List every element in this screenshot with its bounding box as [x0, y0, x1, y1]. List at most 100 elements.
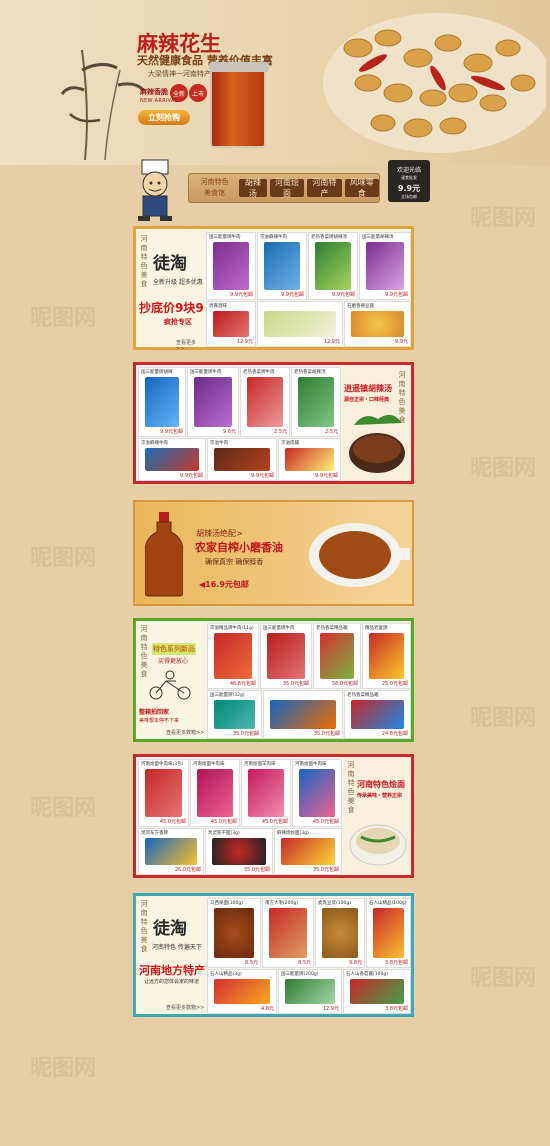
product-price: 35.0元包邮 — [282, 681, 309, 687]
product-card[interactable]: 老热香菜精品箱 58.0元包邮 — [313, 623, 361, 689]
buy-now-button[interactable]: 立刻抢购 — [138, 110, 190, 125]
product-image — [214, 448, 270, 471]
view-more-link[interactable]: 查看更多数箱>> — [166, 729, 204, 736]
product-card[interactable]: 河南烩面牛肉味(3包) 45.0元包邮 — [138, 759, 189, 827]
product-price: 24.8元包邮 — [381, 731, 408, 737]
product-name: 石人山精品(100g) — [369, 901, 407, 906]
product-name: 老热香菜牌胡辣汤 — [311, 235, 347, 240]
product-card[interactable]: 石人山精品(3g) 4.8元 — [207, 969, 277, 1014]
product-image — [373, 908, 404, 958]
oil-title: 农家自榨小磨香油 — [195, 541, 283, 554]
product-image — [145, 377, 179, 427]
section-right-panel: 河南特色美食 逍遥镇胡辣汤 源自正宗・口味经典 — [342, 365, 411, 481]
view-more-link[interactable]: 查看更多>> — [176, 339, 204, 352]
product-image — [270, 700, 336, 729]
product-card[interactable]: 石人山精品(100g) 3.8元包邮 — [366, 898, 411, 968]
nav-item-snacks[interactable]: 风味零食 — [344, 178, 380, 198]
peanut-jar-image[interactable] — [209, 62, 269, 148]
product-card[interactable]: 老热香菜精品箱 24.8元包邮 — [344, 690, 411, 739]
product-price: 9.9元包邮 — [385, 292, 408, 298]
product-image — [194, 377, 232, 427]
product-card[interactable]: 京溢牛肉 9.9元包邮 — [207, 438, 277, 481]
product-card[interactable]: 冥灵陈干面(3g) 35.0元包邮 — [205, 828, 273, 875]
section-huimian: 河南烩面牛肉味(3包) 45.0元包邮 河南烩面牛肉味 45.0元包邮 河南烩面羊肉… — [133, 754, 414, 878]
product-image — [214, 979, 270, 1004]
section-slogan: 河南特色 传遍天下 — [152, 944, 202, 951]
view-more-link[interactable]: 查看更多数箱>> — [166, 1004, 204, 1011]
product-name: 冥灵陈干面(3g) — [208, 831, 240, 836]
product-card[interactable]: 河南烩面牛肉味 45.0元包邮 — [292, 759, 342, 827]
product-card[interactable]: 国三能量牌(32g) 35.0元包邮 — [207, 690, 262, 739]
product-name: 石人山精品(3g) — [210, 972, 242, 977]
product-image — [212, 838, 266, 865]
vertical-label: 河南特色美食 — [140, 900, 148, 953]
product-name: 国三能量牌牛肉 — [209, 235, 241, 240]
product-price: 9.8元 — [349, 960, 362, 966]
product-image — [197, 769, 233, 817]
product-name: 国三能量牌牛肉 — [263, 626, 295, 631]
oil-bottle-image — [145, 512, 183, 597]
product-card[interactable]: 石磨香辣豆腐 9.9元 — [344, 301, 411, 347]
product-card[interactable]: 冥郊东方香牌 26.0元包邮 — [138, 828, 204, 875]
product-card[interactable]: 老热香菜牌胡辣汤 9.9元包邮 — [308, 232, 358, 300]
product-card[interactable]: 麦乳豆浆(100g) 9.8元 — [315, 898, 365, 968]
product-card[interactable]: 国三能量牌牛肉 9.9元包邮 — [206, 232, 256, 300]
promo-title: 抄底价9块9 — [139, 301, 204, 315]
product-card[interactable]: 京溢精品牌牛肉(11g) 46.8元包邮 — [207, 623, 259, 689]
product-card[interactable]: 国三能量牌(200g) 12.9元 — [278, 969, 342, 1014]
watermark: 昵图网 — [470, 456, 537, 481]
watermark: 昵图网 — [470, 206, 537, 231]
promo-title: 河南特色烩面 — [357, 780, 405, 789]
product-card[interactable]: 精品老宴牌 25.0元包邮 — [362, 623, 411, 689]
nav-item-techan[interactable]: 河南特产 — [307, 178, 342, 198]
product-price: 8.5元 — [298, 960, 311, 966]
product-price: 45.0元包邮 — [312, 819, 339, 825]
product-card[interactable]: 国三能量牌牛肉 35.0元包邮 — [260, 623, 312, 689]
section-left-panel: 河南特色美食 徒淘 河南特色 传遍天下 河南地方特产 让远方的您体会家的味道 查… — [136, 896, 206, 1014]
product-image — [281, 838, 335, 865]
product-card[interactable]: 南方大枣(200g) 8.5元 — [262, 898, 314, 968]
product-name: 精品老宴牌 — [365, 626, 388, 631]
watermark: 昵图网 — [30, 796, 97, 821]
product-card[interactable]: 12.9元 — [257, 301, 343, 347]
product-card[interactable]: 35.0元包邮 — [263, 690, 343, 739]
product-name: 京溢牛肉 — [210, 441, 228, 446]
product-price: 12.9元 — [322, 1006, 339, 1012]
product-card[interactable]: 老热香菜牌牛肉 2.5元 — [240, 367, 290, 437]
promo-line-2: 整箱拍回家 — [139, 709, 170, 716]
product-name: 国三能量牌(200g) — [281, 972, 319, 977]
nav-item-huimian[interactable]: 河南烩面 — [269, 178, 305, 198]
product-card[interactable]: 国三能量牌牛肉 9.6元 — [187, 367, 239, 437]
new-arrival-label: NEW ARRIVAL — [140, 98, 178, 104]
product-name: 国三能量牌牛肉 — [190, 370, 222, 375]
product-card[interactable]: 石人山香菇酱(100g) 3.8元包邮 — [343, 969, 411, 1014]
product-card[interactable]: 马西果面(300g) 8.5元 — [207, 898, 261, 968]
product-card[interactable]: 老热香菜胡辣汤 2.5元 — [291, 367, 341, 437]
section-hulatang: 国三能量牌胡辣 9.9元包邮 国三能量牌牛肉 9.6元 老热香菜牌牛肉 2.5元 老热… — [133, 362, 414, 484]
product-name: 河南烩面羊肉味 — [244, 762, 276, 767]
product-price: 12.9元 — [236, 339, 253, 345]
product-card[interactable]: 麻辣烧烩面(3g) 35.0元包邮 — [274, 828, 342, 875]
product-price: 25.0元包邮 — [381, 681, 408, 687]
product-card[interactable]: 京溢肉脯 9.9元包邮 — [278, 438, 341, 481]
watermark: 昵图网 — [470, 706, 537, 731]
section-box-products: 河南特色美食 特色系列新品 买得更放心 整箱拍回家 美味根本停不下来 查看更多数… — [133, 618, 414, 742]
product-card[interactable]: 京溢麻辣牛肉 9.9元包邮 — [257, 232, 307, 300]
product-card[interactable]: 国三能量胡辣汤 9.9元包邮 — [359, 232, 411, 300]
product-name: 河南烩面牛肉味(3包) — [141, 762, 184, 767]
watermark: 昵图网 — [30, 1056, 97, 1081]
product-card[interactable]: 河南烩面羊肉味 45.0元包邮 — [241, 759, 291, 827]
nav-item-hulatang[interactable]: 胡辣汤 — [238, 178, 267, 198]
board-price: 9.9元 — [397, 184, 421, 193]
promo-subtitle: 买得更放心 — [158, 658, 189, 665]
product-card[interactable]: 国三能量牌胡辣 9.9元包邮 — [138, 367, 186, 437]
product-image — [322, 908, 358, 958]
product-price: 45.0元包邮 — [261, 819, 288, 825]
product-card[interactable]: 京溢麻辣牛肉 9.9元包邮 — [138, 438, 206, 481]
product-name: 河南烩面牛肉味 — [295, 762, 327, 767]
promo-title: 河南地方特产 — [139, 964, 205, 977]
product-image — [350, 979, 404, 1004]
product-card[interactable]: 河南烩面牛肉味 45.0元包邮 — [190, 759, 240, 827]
product-price: 26.0元包邮 — [174, 867, 201, 873]
product-card[interactable]: 周嘉酒味 12.9元 — [206, 301, 256, 347]
